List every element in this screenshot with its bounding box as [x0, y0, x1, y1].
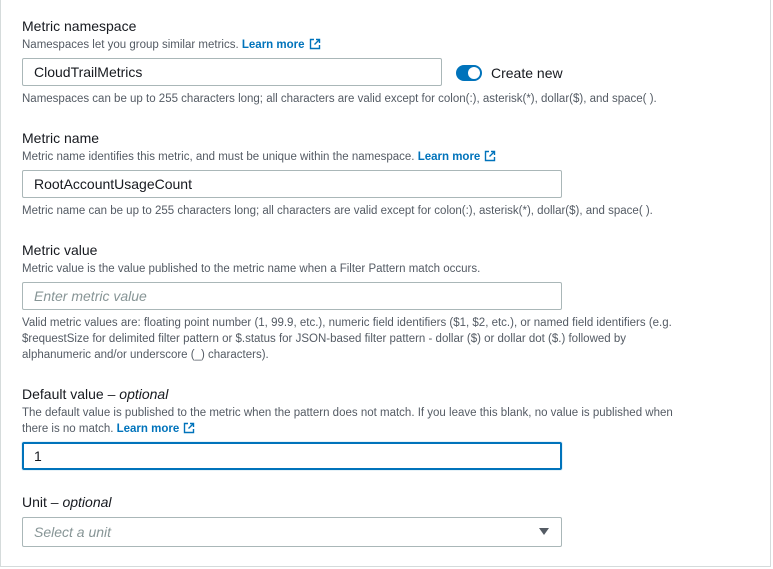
default-value-learn-more-link[interactable]: Learn more: [116, 422, 196, 435]
default-value-description-text: there is no match.: [22, 423, 114, 435]
metric-name-description-text: Metric name identifies this metric, and …: [22, 151, 415, 163]
namespace-field: Metric namespace Namespaces let you grou…: [22, 17, 750, 53]
metric-value-hint-line: Valid metric values are: floating point …: [22, 317, 672, 329]
default-value-description-line: The default value is published to the me…: [22, 407, 673, 419]
external-link-icon: [309, 38, 320, 50]
default-value-label: Default value – optional: [22, 385, 750, 403]
namespace-learn-more-label: Learn more: [241, 39, 305, 51]
metric-value-description: Metric value is the value published to t…: [22, 263, 481, 275]
default-value-optional: – optional: [107, 386, 169, 402]
namespace-description: Namespaces let you group similar metrics…: [22, 37, 750, 53]
unit-optional: – optional: [50, 494, 112, 510]
default-value-description: The default value is published to the me…: [22, 405, 750, 437]
metric-value-hint-line: $requestSize for delimited filter patter…: [22, 333, 627, 345]
caret-down-icon: [539, 528, 549, 535]
metric-name-field: Metric name Metric name identifies this …: [22, 129, 750, 165]
unit-label-text: Unit: [22, 494, 47, 510]
create-new-toggle[interactable]: [456, 65, 482, 81]
metric-value-hint: Valid metric values are: floating point …: [22, 315, 762, 363]
external-link-icon: [184, 422, 195, 434]
metric-value-label: Metric value: [22, 242, 98, 258]
external-link-icon: [485, 150, 496, 162]
namespace-label: Metric namespace: [22, 18, 137, 34]
metric-name-input[interactable]: RootAccountUsageCount: [22, 170, 562, 198]
namespace-description-text: Namespaces let you group similar metrics…: [22, 39, 239, 51]
namespace-input[interactable]: CloudTrailMetrics: [22, 58, 442, 86]
toggle-knob: [468, 67, 480, 79]
metric-value-hint-line: alphanumeric and/or underscore (_) chara…: [22, 349, 269, 361]
metric-name-hint: Metric name can be up to 255 characters …: [22, 205, 653, 217]
namespace-learn-more-link[interactable]: Learn more: [241, 38, 321, 51]
unit-label: Unit – optional: [22, 493, 750, 511]
unit-field: Unit – optional: [22, 493, 750, 511]
metric-value-input[interactable]: Enter metric value: [22, 282, 562, 310]
namespace-hint: Namespaces can be up to 255 characters l…: [22, 93, 657, 105]
metric-name-label: Metric name: [22, 130, 100, 146]
default-value-label-text: Default value: [22, 386, 104, 402]
metric-name-learn-more-label: Learn more: [417, 151, 481, 163]
metric-value-field: Metric value Metric value is the value p…: [22, 241, 750, 277]
metric-name-learn-more-link[interactable]: Learn more: [417, 150, 497, 163]
default-value-input[interactable]: 1: [22, 442, 562, 470]
default-value-learn-more-label: Learn more: [116, 423, 180, 435]
default-value-field: Default value – optional The default val…: [22, 385, 750, 437]
metric-name-description: Metric name identifies this metric, and …: [22, 149, 750, 165]
create-new-label: Create new: [491, 65, 563, 81]
unit-select-placeholder: Select a unit: [34, 524, 112, 540]
default-value-description-line2: there is no match. Learn more: [22, 421, 750, 437]
metric-details-panel: Metric namespace Namespaces let you grou…: [0, 0, 771, 567]
unit-select[interactable]: Select a unit: [22, 517, 562, 547]
